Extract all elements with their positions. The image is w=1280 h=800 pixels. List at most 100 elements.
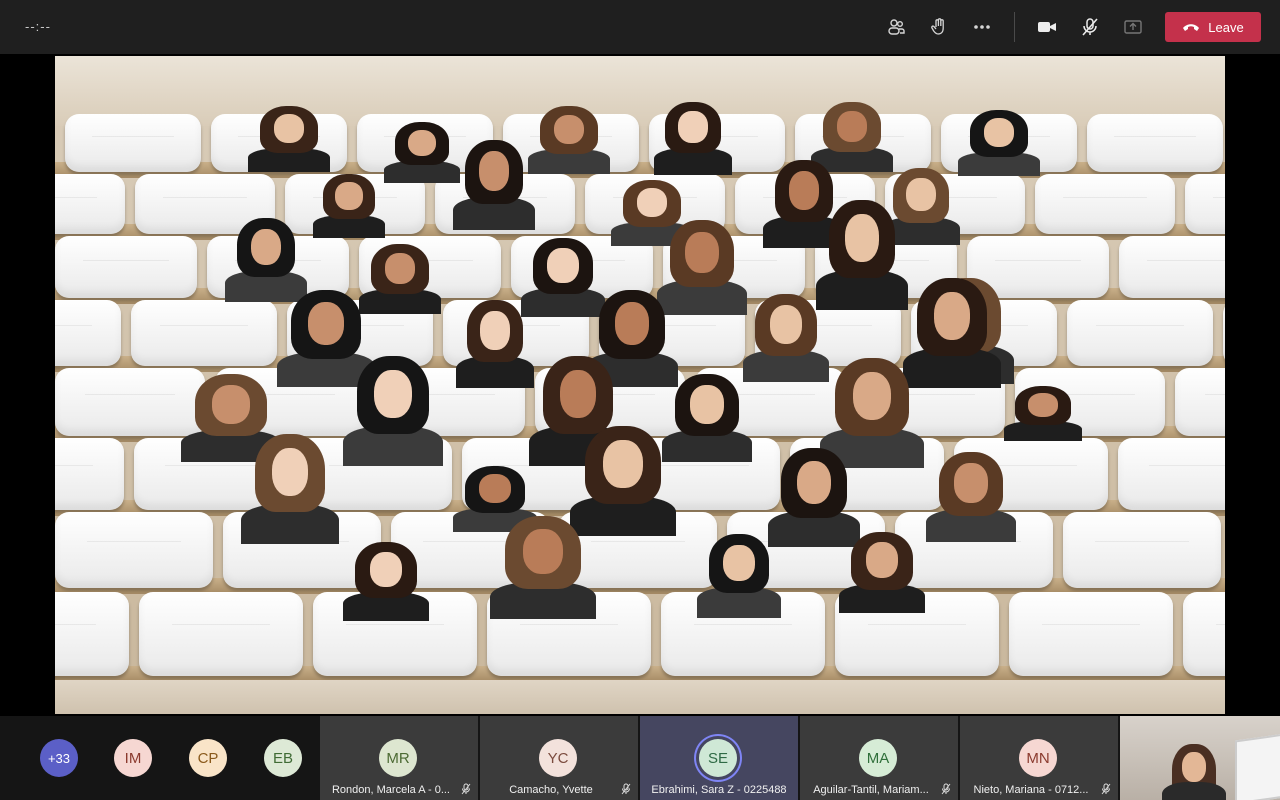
seated-participant [820,358,924,468]
participant-face [723,544,755,582]
camera-icon[interactable] [1034,14,1060,40]
seated-participant [697,534,781,618]
phone-hangup-icon [1182,20,1200,35]
participant-face [478,151,510,191]
participant-face [636,188,668,218]
participant-face [769,305,803,344]
participant-face [983,118,1015,148]
participant-face [933,292,971,340]
auditorium-seat [1063,512,1221,588]
participant-face [547,248,579,283]
auditorium-seat [1183,592,1225,676]
participant-avatar[interactable]: CP [189,739,227,777]
auditorium-seat [55,592,129,676]
seated-participant [225,218,307,302]
seated-participant [763,160,845,248]
seated-participant [359,244,441,315]
seated-participant [903,278,1001,388]
seated-participant [453,140,535,231]
seated-participant [881,168,961,245]
participant-face [212,385,250,424]
seated-participant [342,542,430,622]
seated-participant [1003,386,1083,441]
participant-avatar: SE [699,739,737,777]
raise-hand-icon[interactable] [926,14,952,40]
participant-face [865,542,899,578]
participant-face [678,111,708,143]
participant-face [307,302,345,345]
seated-participant [241,434,339,544]
mic-muted-icon [621,783,631,795]
seated-participant [277,290,375,387]
participant-face [603,440,643,488]
participant-avatar[interactable]: IM [114,739,152,777]
share-screen-icon[interactable] [1120,14,1146,40]
seated-participant [653,102,733,175]
participant-face [685,232,719,274]
seated-participant [528,106,610,175]
participant-tile[interactable]: YC Camacho, Yvette [480,716,638,800]
participant-face [407,129,437,157]
together-mode-scene [55,56,1225,714]
participant-face [523,529,563,575]
auditorium-seat [1087,114,1223,172]
leave-label: Leave [1208,19,1244,35]
participant-face [836,110,868,142]
participant-face [796,460,832,504]
leave-button[interactable]: Leave [1165,12,1261,42]
self-view-video[interactable] [1120,716,1280,800]
seated-participant [455,300,535,388]
more-options-icon[interactable] [969,14,995,40]
mic-muted-icon[interactable] [1077,14,1103,40]
participants-icon[interactable] [883,14,909,40]
mic-muted-icon [1101,783,1111,795]
seated-participant [767,448,861,547]
meeting-timer: --:-- [25,19,51,34]
auditorium-floor [55,680,1225,714]
toolbar-divider [1014,12,1015,42]
participant-name: Camacho, Yvette [509,784,593,796]
self-body [1162,782,1226,800]
participant-avatar[interactable]: EB [264,739,302,777]
auditorium-seat [55,174,125,234]
participant-face [1028,393,1058,417]
participant-avatar: MA [859,739,897,777]
participant-face [844,214,880,262]
auditorium-seat [55,300,121,366]
participant-name: Ebrahimi, Sara Z - 0225488 [651,784,787,796]
participant-tile[interactable]: MA Aguilar-Tantil, Mariam... [800,716,958,800]
auditorium-seat [65,114,201,172]
seated-participant [926,452,1016,543]
participant-face [690,385,724,424]
participant-face [250,228,282,266]
auditorium-seat [1118,438,1225,510]
seated-participant [958,110,1040,176]
seated-participant [248,106,330,172]
auditorium-seat [1185,174,1225,234]
participant-face [553,114,585,145]
participant-face [273,114,305,144]
auditorium-seat [1175,368,1225,436]
participant-face [271,448,309,496]
auditorium-seat [131,300,277,366]
participant-tile-active-speaker[interactable]: SE Ebrahimi, Sara Z - 0225488 [640,716,798,800]
participant-tile[interactable]: MN Nieto, Mariana - 0712... [960,716,1118,800]
auditorium-seat [139,592,303,676]
participant-avatar: YC [539,739,577,777]
participant-tile[interactable]: MR Rondon, Marcela A - 0... [320,716,478,800]
seated-participant [489,516,597,620]
participant-face [369,552,403,587]
auditorium-seat [55,368,205,436]
more-participants-button[interactable]: +33 [40,739,78,777]
auditorium-seat [1009,592,1173,676]
participant-face [614,302,650,345]
participant-name: Aguilar-Tantil, Mariam... [813,784,929,796]
seated-participant [742,294,830,382]
participant-face [480,311,510,350]
mic-muted-icon [941,783,951,795]
auditorium-seat [1067,300,1213,366]
seated-participant [815,200,909,310]
participant-face [954,463,988,503]
meeting-stage [0,54,1280,716]
participant-face [852,372,892,420]
